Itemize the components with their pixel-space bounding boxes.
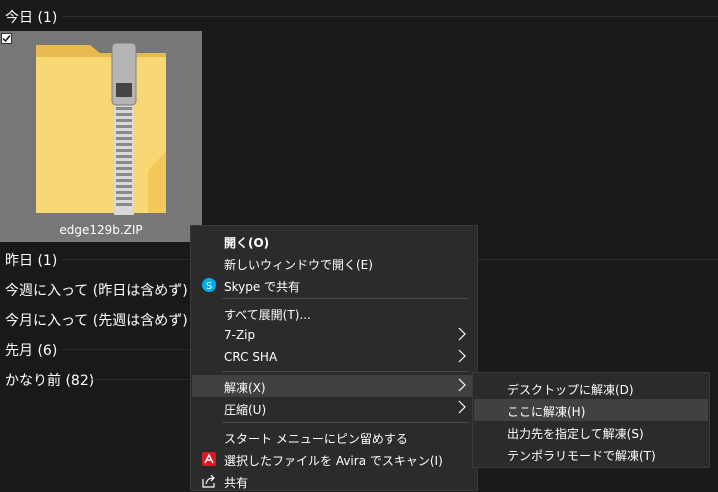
menu-item-label: ここに解凍(H) bbox=[507, 405, 586, 419]
menu-item-label: 選択したファイルを Avira でスキャン(I) bbox=[224, 454, 443, 468]
menu-item-pin-start[interactable]: スタート メニューにピン留めする bbox=[192, 426, 476, 448]
submenu-item-extract-to[interactable]: 出力先を指定して解凍(S) bbox=[474, 421, 708, 443]
menu-item-compress[interactable]: 圧縮(U) bbox=[192, 397, 476, 419]
menu-separator bbox=[222, 422, 469, 423]
menu-item-label: CRC SHA bbox=[224, 350, 278, 364]
chevron-right-icon bbox=[458, 400, 466, 414]
menu-item-label: 7-Zip bbox=[224, 328, 256, 342]
menu-item-label: 解凍(X) bbox=[224, 381, 266, 395]
menu-item-label: Skype で共有 bbox=[224, 280, 301, 294]
svg-text:S: S bbox=[206, 281, 212, 292]
group-divider bbox=[62, 349, 190, 350]
menu-item-open-new-window[interactable]: 新しいウィンドウで開く(E) bbox=[192, 252, 476, 274]
share-icon bbox=[202, 474, 215, 488]
avira-icon bbox=[202, 452, 216, 466]
submenu-item-extract-temp[interactable]: テンポラリモードで解凍(T) bbox=[474, 443, 708, 465]
menu-item-extract[interactable]: 解凍(X) bbox=[192, 375, 476, 397]
menu-item-crc-sha[interactable]: CRC SHA bbox=[192, 346, 476, 368]
chevron-right-icon bbox=[458, 378, 466, 392]
extract-submenu: デスクトップに解凍(D) ここに解凍(H) 出力先を指定して解凍(S) テンポラ… bbox=[472, 372, 710, 468]
menu-item-7zip[interactable]: 7-Zip bbox=[192, 324, 476, 346]
menu-item-label: 圧縮(U) bbox=[224, 403, 267, 417]
file-tile[interactable]: edge129b.ZIP bbox=[0, 31, 202, 242]
menu-item-open[interactable]: 開く(O) bbox=[192, 230, 476, 252]
group-title: かなり前 (82) bbox=[5, 373, 95, 389]
group-header-this-month[interactable]: 今月に入って (先週は含めず) (8 bbox=[0, 308, 190, 330]
menu-item-avira-scan[interactable]: 選択したファイルを Avira でスキャン(I) bbox=[192, 448, 476, 470]
menu-item-label: すべて展開(T)... bbox=[224, 308, 311, 322]
group-header-this-week[interactable]: 今週に入って (昨日は含めず) (1 bbox=[0, 278, 190, 300]
submenu-item-extract-here[interactable]: ここに解凍(H) bbox=[474, 399, 708, 421]
group-header-today[interactable]: 今日 (1) bbox=[0, 5, 718, 27]
group-header-long-ago[interactable]: かなり前 (82) bbox=[0, 368, 190, 390]
group-title: 今週に入って (昨日は含めず) (1 bbox=[5, 283, 190, 299]
menu-separator bbox=[222, 371, 469, 372]
menu-item-label: 新しいウィンドウで開く(E) bbox=[224, 258, 373, 272]
menu-item-label: 開く(O) bbox=[224, 236, 270, 250]
menu-item-label: スタート メニューにピン留めする bbox=[224, 432, 408, 446]
menu-separator bbox=[222, 298, 469, 299]
context-menu: 開く(O) 新しいウィンドウで開く(E) S Skype で共有 すべて展開(T… bbox=[190, 225, 478, 491]
menu-item-label: テンポラリモードで解凍(T) bbox=[507, 449, 656, 463]
menu-item-extract-all[interactable]: すべて展開(T)... bbox=[192, 302, 476, 324]
skype-icon: S bbox=[202, 278, 216, 292]
group-title: 昨日 (1) bbox=[5, 253, 58, 269]
menu-item-label: 出力先を指定して解凍(S) bbox=[507, 427, 644, 441]
checkmark-icon bbox=[2, 35, 11, 43]
selection-checkbox[interactable] bbox=[1, 33, 12, 44]
group-title: 今月に入って (先週は含めず) (8 bbox=[5, 313, 190, 329]
group-title: 今日 (1) bbox=[5, 10, 58, 26]
group-divider bbox=[62, 16, 718, 17]
menu-item-skype-share[interactable]: S Skype で共有 bbox=[192, 274, 476, 296]
zip-folder-icon bbox=[36, 42, 166, 215]
group-header-last-month[interactable]: 先月 (6) bbox=[0, 338, 190, 360]
group-divider bbox=[92, 379, 190, 380]
menu-item-label: 共有 bbox=[224, 476, 249, 490]
chevron-right-icon bbox=[458, 349, 466, 363]
menu-item-share[interactable]: 共有 bbox=[192, 470, 476, 492]
menu-item-label: デスクトップに解凍(D) bbox=[507, 383, 634, 397]
chevron-right-icon bbox=[458, 327, 466, 341]
file-name: edge129b.ZIP bbox=[59, 223, 143, 237]
group-title: 先月 (6) bbox=[5, 343, 58, 359]
submenu-item-extract-desktop[interactable]: デスクトップに解凍(D) bbox=[474, 377, 708, 399]
